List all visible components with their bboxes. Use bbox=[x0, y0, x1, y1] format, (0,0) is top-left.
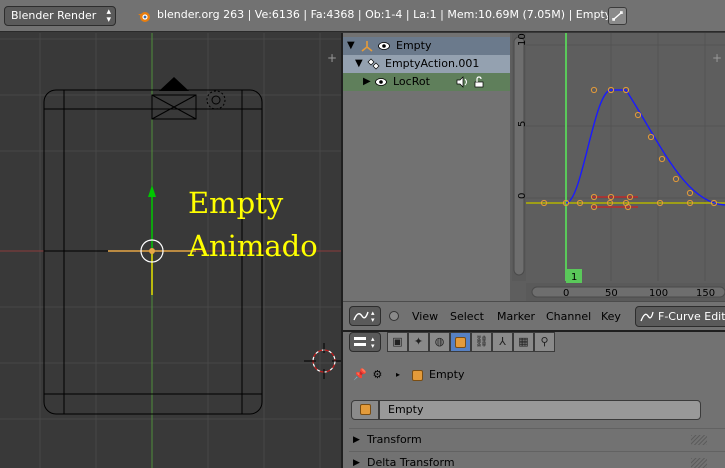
render-engine-select[interactable]: Blender Render ▴ ▾ bbox=[4, 6, 116, 26]
overlay-text-empty: Empty bbox=[188, 186, 284, 220]
fcurve-graph-area[interactable]: 10 5 0 1 0 50 100 150 + bbox=[510, 33, 725, 301]
collapsed-triangle-icon: ▶ bbox=[353, 435, 360, 445]
info-header: Blender Render ▴ ▾ blender.org 263 | Ve:6… bbox=[0, 0, 725, 32]
expand-down-icon[interactable]: ▼ bbox=[355, 55, 363, 73]
blender-window: Blender Render ▴ ▾ blender.org 263 | Ve:6… bbox=[0, 0, 725, 468]
editor-type-select[interactable]: ▴ ▾ bbox=[349, 306, 381, 326]
unlock-icon[interactable] bbox=[473, 76, 485, 88]
drag-grip-icon[interactable] bbox=[691, 458, 707, 468]
panel-label: Transform bbox=[367, 433, 422, 446]
texture-tab-checker-icon[interactable]: ▦ bbox=[513, 332, 534, 352]
x-tick-0: 0 bbox=[563, 288, 569, 299]
channel-row-action[interactable]: ▼ EmptyAction.001 bbox=[343, 55, 510, 73]
panel-delta-transform[interactable]: ▶ Delta Transform bbox=[349, 451, 725, 468]
overlay-text-animado: Animado bbox=[188, 229, 318, 263]
fcurve-icon bbox=[640, 311, 654, 322]
drag-grip-icon[interactable] bbox=[691, 435, 707, 445]
eye-icon[interactable] bbox=[378, 41, 390, 51]
menu-view[interactable]: View bbox=[412, 310, 438, 323]
action-icon bbox=[367, 58, 380, 70]
x-tick-150: 150 bbox=[696, 288, 715, 299]
empty-axes-icon bbox=[361, 41, 373, 52]
properties-editor: ▴ ▾ ▣ ✦ ◍ ⛓ ⅄ ▦ ⚲ 📌 ⚙ ▸ Empty Empty ▶ Tr… bbox=[343, 332, 725, 468]
scene-tab-icon[interactable]: ✦ bbox=[408, 332, 429, 352]
properties-editor-icon: ▴▾ bbox=[354, 335, 375, 350]
cube-icon bbox=[411, 369, 423, 381]
current-frame-number: 1 bbox=[571, 272, 577, 283]
collapse-menus-button[interactable] bbox=[389, 311, 399, 321]
menu-channel[interactable]: Channel bbox=[546, 310, 591, 323]
object-name-row: Empty bbox=[351, 400, 701, 420]
expand-down-icon[interactable]: ▼ bbox=[347, 37, 355, 55]
object-cube-icon bbox=[351, 400, 379, 420]
breadcrumb-object-label: Empty bbox=[429, 368, 465, 381]
channel-label: EmptyAction.001 bbox=[385, 57, 480, 70]
fcurve-canvas[interactable]: 10 5 0 1 0 50 100 150 bbox=[510, 33, 725, 301]
updown-arrows-icon: ▴ ▾ bbox=[106, 7, 111, 25]
fullscreen-icon bbox=[612, 11, 623, 21]
collapsed-triangle-icon: ▶ bbox=[353, 458, 360, 468]
y-tick-10: 10 bbox=[517, 33, 528, 46]
x-tick-100: 100 bbox=[649, 288, 668, 299]
speaker-icon[interactable] bbox=[456, 76, 470, 88]
graph-channel-list: ▼ Empty ▼ EmptyAction.001 ▶ LocRot bbox=[343, 33, 510, 301]
object-tab-cube-icon[interactable] bbox=[450, 332, 471, 352]
render-tab-camera-icon[interactable]: ▣ bbox=[387, 332, 408, 352]
menu-marker[interactable]: Marker bbox=[497, 310, 535, 323]
object-data-tab-empty-icon[interactable]: ⅄ bbox=[492, 332, 513, 352]
blender-logo-icon bbox=[138, 12, 150, 22]
graph-editor-header: ▴ ▾ View Select Marker Channel Key F-Curv… bbox=[343, 301, 725, 330]
channel-label: LocRot bbox=[393, 75, 430, 88]
fullscreen-button[interactable] bbox=[608, 7, 627, 25]
region-expand-icon[interactable]: + bbox=[712, 52, 722, 64]
world-tab-icon[interactable]: ◍ bbox=[429, 332, 450, 352]
properties-tab-bar: ▴ ▾ ▣ ✦ ◍ ⛓ ⅄ ▦ ⚲ bbox=[349, 332, 725, 354]
properties-breadcrumb: 📌 ⚙ ▸ Empty bbox=[353, 366, 464, 384]
object-name-field[interactable]: Empty bbox=[379, 400, 701, 420]
panel-transform[interactable]: ▶ Transform bbox=[349, 428, 725, 450]
context-object-icon: ⚙ bbox=[372, 368, 383, 381]
graph-editor-icon: ▴▾ bbox=[353, 309, 375, 324]
constraints-tab-chain-icon[interactable]: ⛓ bbox=[471, 332, 492, 352]
scene-stats: blender.org 263 | Ve:6136 | Fa:4368 | Ob… bbox=[157, 8, 612, 21]
svg-text:▾: ▾ bbox=[371, 342, 375, 350]
channel-row-empty[interactable]: ▼ Empty bbox=[343, 37, 510, 55]
expand-right-icon[interactable]: ▶ bbox=[363, 73, 371, 91]
eye-icon[interactable] bbox=[375, 77, 387, 87]
region-expand-icon[interactable]: + bbox=[327, 52, 337, 64]
editor-type-select[interactable]: ▴ ▾ bbox=[349, 332, 381, 352]
channel-label: Empty bbox=[396, 39, 432, 52]
y-tick-0: 0 bbox=[517, 193, 528, 199]
svg-text:▾: ▾ bbox=[371, 316, 375, 324]
3d-viewport[interactable]: Empty Animado + bbox=[0, 33, 341, 468]
pin-icon[interactable]: 📌 bbox=[353, 366, 369, 384]
graph-mode-select[interactable]: F-Curve Editor bbox=[635, 306, 725, 327]
menu-key[interactable]: Key bbox=[601, 310, 621, 323]
channel-row-locrot[interactable]: ▶ LocRot bbox=[343, 73, 510, 91]
physics-tab-icon[interactable]: ⚲ bbox=[534, 332, 555, 352]
breadcrumb-arrow-icon: ▸ bbox=[396, 370, 401, 379]
panel-label: Delta Transform bbox=[367, 456, 455, 468]
y-tick-5: 5 bbox=[517, 121, 528, 127]
render-engine-label: Blender Render bbox=[11, 9, 97, 22]
menu-select[interactable]: Select bbox=[450, 310, 484, 323]
graph-mode-label: F-Curve Editor bbox=[658, 310, 725, 323]
x-tick-50: 50 bbox=[605, 288, 618, 299]
